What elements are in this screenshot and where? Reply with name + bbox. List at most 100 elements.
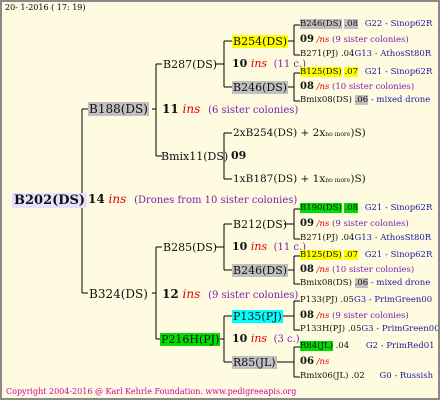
gen2-node-4: P216H(PJ) — [160, 333, 221, 346]
gen4-row-10-queen: B125(DS) — [300, 250, 342, 260]
gen3-node-3-pre: 2xB254(DS) + 2x — [233, 127, 326, 139]
gen1-node-2: B324(DS) — [89, 287, 148, 301]
gen3-node-1: B254(DS) — [232, 35, 289, 48]
root-note: (Drones from 10 sister colonies) — [134, 195, 298, 206]
gen4-row-15-queen: P133H(PJ) — [300, 324, 346, 334]
gen2-ins-3: ins — [250, 240, 268, 253]
gen3-node-5: B212(DS) — [233, 218, 288, 231]
gen4-row-1: B246(DS) .08 G22 - Sinop62R — [300, 19, 433, 29]
gen4-row-6: Bmix08(DS) .06 - mixed drone — [300, 95, 431, 105]
gen4-row-2-note: (9 sister colonies) — [332, 35, 409, 45]
gen4-row-1-line: G22 - Sinop62R — [364, 19, 433, 29]
gen1-node-1: B188(DS) — [88, 102, 149, 116]
gen4-row-1-year: .08 — [344, 19, 358, 29]
pedigree-frame: 20- 1-2016 ( 17: 19) Copyright 2004-2016… — [0, 0, 440, 400]
gen2-ins-4: ins — [250, 332, 268, 345]
gen1-num-2: 12 — [162, 287, 179, 301]
gen2-ins-1: ins — [250, 57, 268, 70]
gen4-row-6-queen: Bmix08(DS) — [300, 95, 352, 105]
gen4-row-7-year: .08 — [344, 203, 358, 213]
gen4-row-4-queen: B125(DS) — [300, 67, 342, 77]
gen4-row-11-note: (10 sister colonies) — [332, 265, 415, 275]
gen4-row-3-line: G13 - AthosSt80R — [354, 49, 432, 59]
gen4-row-16-line: G2 - PrimRed01 — [365, 341, 435, 351]
gen4-row-18-year: .02 — [351, 371, 365, 381]
gen3-node-8: R85(JL) — [232, 356, 277, 369]
gen4-row-16-year: .04 — [335, 341, 350, 351]
gen4-row-7: B190(DS) .08 G21 - Sinop62R — [300, 203, 433, 213]
gen4-row-3-year: .04 — [340, 49, 355, 59]
gen3-node-4-mid: no more — [325, 177, 351, 184]
gen4-row-8: 09 /ns (9 sister colonies) — [300, 219, 409, 229]
gen4-row-12-line: - mixed drone — [370, 278, 431, 288]
gen3-node-3-mid: no more — [325, 131, 351, 138]
gen1-ins-1: ins — [182, 102, 201, 116]
gen2-num-2: 09 — [231, 149, 247, 162]
gen4-row-15: P133H(PJ) .05G3 - PrimGreen00 — [300, 324, 440, 334]
gen4-row-5-ins: /ns — [316, 82, 330, 92]
gen3-node-4-pre: 1xB187(DS) + 1x — [233, 173, 326, 185]
gen4-row-13-line: G3 - PrimGreen00 — [353, 295, 433, 305]
gen4-row-12-year: .06 — [354, 278, 369, 288]
gen4-row-16-queen: R84(JL) — [300, 341, 333, 351]
root-info: 14 ins (Drones from 10 sister colonies) — [88, 193, 297, 206]
gen4-row-14-ins: /ns — [316, 311, 330, 321]
gen4-row-14-note: (9 sister colonies) — [332, 311, 409, 321]
gen4-row-11: 08 /ns (10 sister colonies) — [300, 265, 414, 275]
gen3-node-7: P135(PJ) — [232, 310, 283, 323]
gen4-row-12: Bmix08(DS) .06 - mixed drone — [300, 278, 431, 288]
gen1-note-2: (9 sister colonies) — [208, 290, 299, 301]
gen1-info-2: 12 ins (9 sister colonies) — [162, 288, 298, 301]
gen1-ins-2: ins — [182, 287, 201, 301]
header-date: 20- 1-2016 ( 17: 19) — [5, 3, 86, 12]
gen4-row-4-line: G21 - Sinop62R — [364, 67, 433, 77]
gen4-row-3: B271(PJ) .04G13 - AthosSt80R — [300, 50, 431, 59]
gen4-row-6-line: - mixed drone — [370, 95, 431, 105]
gen4-row-8-note: (9 sister colonies) — [332, 219, 409, 229]
gen1-info-1: 11 ins (6 sister colonies) — [162, 103, 298, 116]
gen2-info-4: 10 ins (3 c.) — [232, 333, 300, 345]
root-ins: ins — [108, 192, 127, 206]
gen4-row-9-line: G13 - AthosSt80R — [354, 233, 432, 243]
gen2-num-1: 10 — [232, 57, 248, 70]
gen4-row-14-num: 08 — [300, 310, 314, 321]
footer-copyright: Copyright 2004-2016 @ Karl Kehrle Founda… — [6, 387, 297, 396]
gen4-row-11-num: 08 — [300, 264, 314, 275]
gen3-node-4-post: )S) — [350, 173, 366, 185]
gen4-row-16: R84(JL) .04 G2 - PrimRed01 — [300, 341, 435, 351]
gen4-row-8-ins: /ns — [316, 219, 330, 229]
gen4-row-17-ins: /ns — [316, 357, 330, 367]
gen4-row-18: Rmix06(JL) .02 G0 - Russish — [300, 372, 433, 381]
gen3-node-4: 1xB187(DS) + 1xno more)S) — [232, 173, 367, 186]
gen4-row-2-ins: /ns — [316, 35, 330, 45]
gen4-row-13-year: .05 — [340, 295, 354, 305]
gen4-row-12-queen: Bmix08(DS) — [300, 278, 352, 288]
gen4-row-18-queen: Rmix06(JL) — [300, 371, 349, 381]
gen2-num-3: 10 — [232, 240, 248, 253]
gen4-row-14: 08 /ns (9 sister colonies) — [300, 311, 409, 321]
gen1-note-1: (6 sister colonies) — [208, 105, 299, 116]
gen4-row-9: B271(PJ) .04G13 - AthosSt80R — [300, 234, 431, 243]
gen3-node-3-post: )S) — [350, 127, 366, 139]
gen4-row-13: P133(PJ) .05G3 - PrimGreen00 — [300, 296, 432, 305]
gen4-row-6-year: .06 — [354, 95, 369, 105]
gen4-row-7-line: G21 - Sinop62R — [364, 203, 433, 213]
gen4-row-18-line: G0 - Russish — [379, 371, 434, 381]
gen4-row-4: B125(DS) .07 G21 - Sinop62R — [300, 67, 433, 77]
gen4-row-8-num: 09 — [300, 218, 314, 229]
gen2-node-2: Bmix11(DS) — [161, 150, 229, 163]
gen4-row-10-line: G21 - Sinop62R — [364, 250, 433, 260]
gen2-node-1: B287(DS) — [163, 58, 218, 71]
gen4-row-4-year: .07 — [344, 67, 358, 77]
gen4-row-10: B125(DS) .07 G21 - Sinop62R — [300, 250, 433, 260]
gen2-node-3: B285(DS) — [163, 241, 218, 254]
root-node: B202(DS) — [12, 193, 88, 208]
gen4-row-9-year: .04 — [340, 233, 355, 243]
gen3-node-2: B246(DS) — [232, 81, 289, 94]
gen4-row-13-queen: P133(PJ) — [300, 295, 338, 305]
gen4-row-15-year: .05 — [347, 324, 362, 334]
gen4-row-11-ins: /ns — [316, 265, 330, 275]
gen3-node-6: B246(DS) — [232, 264, 289, 277]
gen4-row-15-line: G3 - PrimGreen00 — [361, 324, 440, 334]
gen1-num-1: 11 — [162, 102, 179, 116]
